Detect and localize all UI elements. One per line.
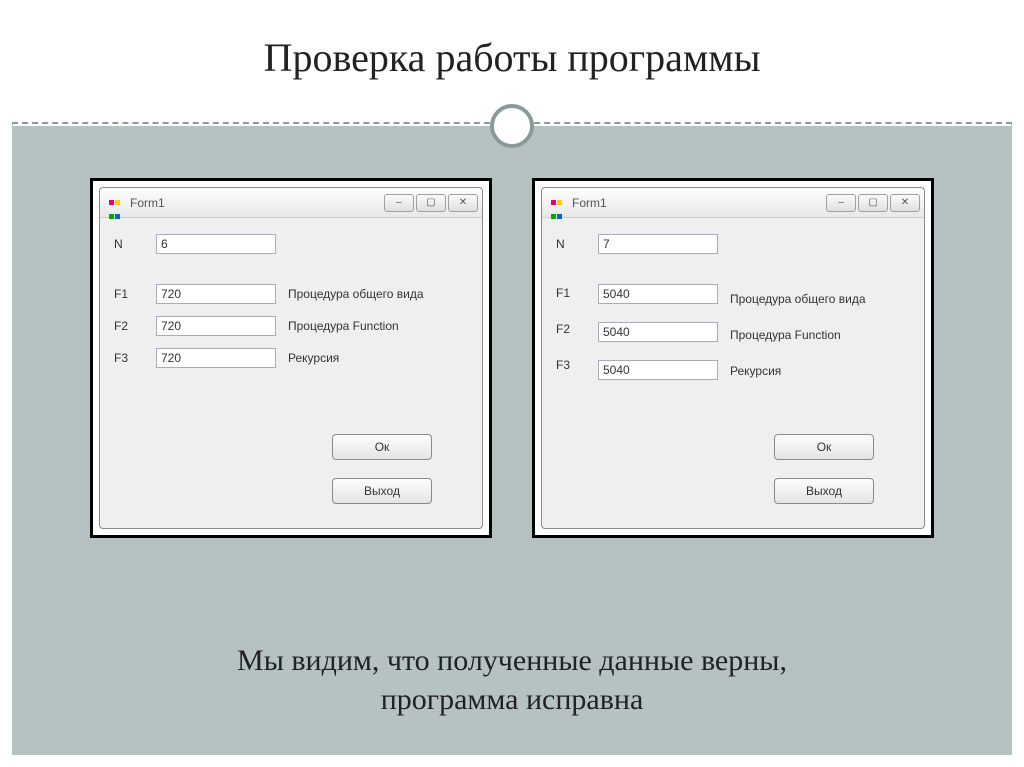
window-2-frame: Form1 – ▢ ✕ N F1 F2 F3	[532, 178, 934, 538]
exit-button-label: Выход	[364, 484, 400, 498]
minimize-icon: –	[396, 197, 402, 208]
windows-row: Form1 – ▢ ✕ N F1 Процедура общего вида	[0, 178, 1024, 538]
exit-button[interactable]: Выход	[332, 478, 432, 504]
exit-button-label: Выход	[806, 484, 842, 498]
desc-f2: Процедура Function	[730, 328, 866, 342]
window-2-titlebar: Form1 – ▢ ✕	[542, 188, 924, 218]
maximize-icon: ▢	[426, 197, 435, 208]
label-f3: F3	[114, 351, 144, 365]
input-f1[interactable]	[598, 284, 718, 304]
input-f1[interactable]	[156, 284, 276, 304]
input-n[interactable]	[598, 234, 718, 254]
window-1-title: Form1	[130, 196, 384, 210]
close-button[interactable]: ✕	[448, 194, 478, 212]
input-n[interactable]	[156, 234, 276, 254]
label-f2: F2	[114, 319, 144, 333]
ok-button[interactable]: Ок	[774, 434, 874, 460]
desc-f1: Процедура общего вида	[288, 287, 424, 301]
close-icon: ✕	[901, 197, 909, 208]
window-1-controls: – ▢ ✕	[384, 194, 478, 212]
maximize-icon: ▢	[868, 197, 877, 208]
label-n: N	[556, 237, 586, 251]
input-f3[interactable]	[598, 360, 718, 380]
app-icon	[108, 195, 124, 211]
window-2: Form1 – ▢ ✕ N F1 F2 F3	[541, 187, 925, 529]
exit-button[interactable]: Выход	[774, 478, 874, 504]
input-f2[interactable]	[156, 316, 276, 336]
minimize-icon: –	[838, 197, 844, 208]
window-1: Form1 – ▢ ✕ N F1 Процедура общего вида	[99, 187, 483, 529]
maximize-button[interactable]: ▢	[416, 194, 446, 212]
label-f1: F1	[556, 286, 586, 300]
window-2-body: N F1 F2 F3 Процедура общего в	[542, 218, 924, 528]
label-f3: F3	[556, 358, 586, 372]
window-1-body: N F1 Процедура общего вида F2 Процедура …	[100, 218, 482, 528]
input-f3[interactable]	[156, 348, 276, 368]
app-icon	[550, 195, 566, 211]
input-f2[interactable]	[598, 322, 718, 342]
ok-button-label: Ок	[375, 440, 390, 454]
caption-line-1: Мы видим, что полученные данные верны,	[237, 644, 787, 677]
ok-button-label: Ок	[817, 440, 832, 454]
slide-caption: Мы видим, что полученные данные верны, п…	[0, 641, 1024, 719]
minimize-button[interactable]: –	[826, 194, 856, 212]
close-button[interactable]: ✕	[890, 194, 920, 212]
window-1-titlebar: Form1 – ▢ ✕	[100, 188, 482, 218]
slide-title: Проверка работы программы	[264, 34, 761, 101]
ok-button[interactable]: Ок	[332, 434, 432, 460]
window-2-controls: – ▢ ✕	[826, 194, 920, 212]
minimize-button[interactable]: –	[384, 194, 414, 212]
desc-f1: Процедура общего вида	[730, 292, 866, 306]
desc-f2: Процедура Function	[288, 319, 399, 333]
label-n: N	[114, 237, 144, 251]
decor-circle	[490, 104, 534, 148]
window-1-frame: Form1 – ▢ ✕ N F1 Процедура общего вида	[90, 178, 492, 538]
close-icon: ✕	[459, 197, 467, 208]
desc-f3: Рекурсия	[730, 364, 866, 378]
caption-line-2: программа исправна	[381, 683, 644, 716]
desc-f3: Рекурсия	[288, 351, 339, 365]
label-f1: F1	[114, 287, 144, 301]
window-2-title: Form1	[572, 196, 826, 210]
maximize-button[interactable]: ▢	[858, 194, 888, 212]
label-f2: F2	[556, 322, 586, 336]
